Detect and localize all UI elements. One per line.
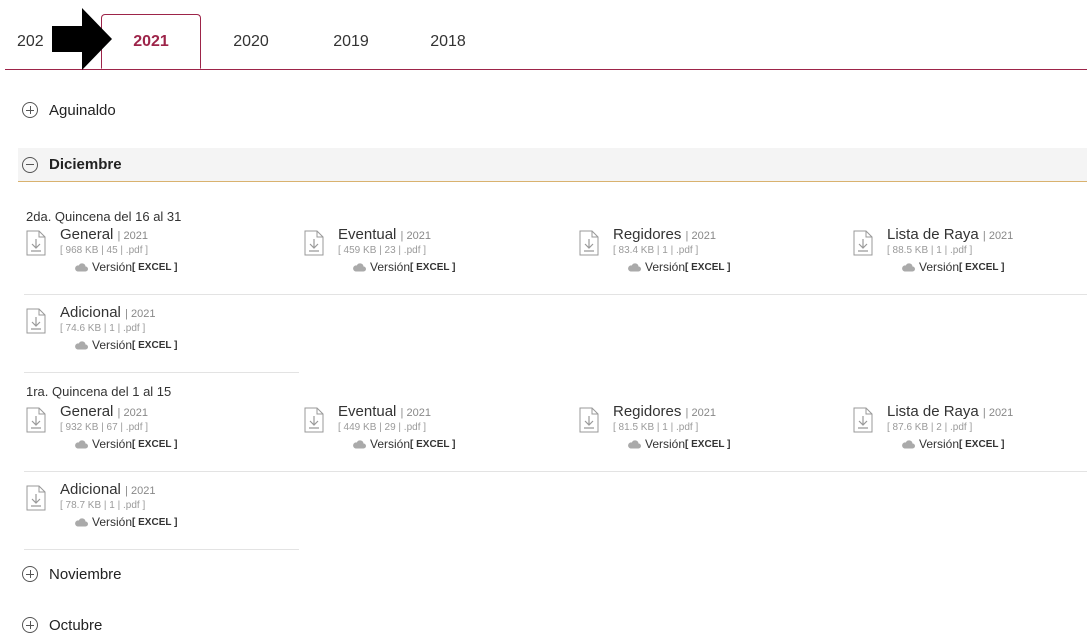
file-download-icon[interactable]: [304, 230, 324, 256]
accordion-label: Octubre: [49, 617, 103, 634]
year-tabs: 202 2021 2020 2019 2018: [5, 0, 1087, 70]
file-download-icon[interactable]: [579, 230, 599, 256]
docs-row: Adicional | 2021 [ 78.7 KB | 1 | .pdf ] …: [24, 481, 299, 550]
cloud-icon: [75, 440, 88, 449]
cloud-icon: [75, 341, 88, 350]
cloud-icon: [75, 263, 88, 272]
minus-circle-icon: [22, 156, 38, 173]
document-item: General | 2021 [ 968 KB | 45 | .pdf ] Ve…: [24, 226, 294, 292]
document-meta: [ 83.4 KB | 1 | .pdf ]: [613, 245, 699, 256]
file-download-icon[interactable]: [26, 485, 46, 511]
accordion-label: Noviembre: [49, 565, 122, 583]
document-item: General | 2021 [ 932 KB | 67 | .pdf ] Ve…: [24, 403, 294, 469]
cloud-icon: [353, 440, 366, 449]
cloud-icon: [75, 518, 88, 527]
document-item: Regidores | 2021 [ 81.5 KB | 1 | .pdf ] …: [577, 403, 847, 469]
document-link[interactable]: General | 2021: [60, 226, 148, 243]
document-item: Regidores | 2021 [ 83.4 KB | 1 | .pdf ] …: [577, 226, 847, 292]
document-meta: [ 968 KB | 45 | .pdf ]: [60, 245, 149, 256]
document-link[interactable]: Lista de Raya | 2021: [887, 403, 1013, 420]
tab-2019[interactable]: 2019: [311, 15, 391, 69]
docs-row: Adicional | 2021 [ 74.6 KB | 1 | .pdf ] …: [24, 304, 299, 373]
excel-version-link[interactable]: Versión[ EXCEL ]: [901, 260, 1004, 274]
document-link[interactable]: Adicional | 2021: [60, 304, 155, 321]
excel-version-link[interactable]: Versión[ EXCEL ]: [74, 437, 177, 451]
file-download-icon[interactable]: [26, 230, 46, 256]
cloud-icon: [902, 263, 915, 272]
document-link[interactable]: Lista de Raya | 2021: [887, 226, 1013, 243]
docs-row: General | 2021 [ 932 KB | 67 | .pdf ] Ve…: [24, 403, 1087, 472]
cloud-icon: [628, 263, 641, 272]
document-meta: [ 81.5 KB | 1 | .pdf ]: [613, 422, 699, 433]
document-item: Eventual | 2021 [ 459 KB | 23 | .pdf ] V…: [302, 226, 572, 292]
cloud-icon: [902, 440, 915, 449]
accordion-aguinaldo[interactable]: Aguinaldo: [18, 94, 1087, 126]
excel-version-link[interactable]: Versión[ EXCEL ]: [352, 260, 455, 274]
document-item: Lista de Raya | 2021 [ 87.6 KB | 2 | .pd…: [851, 403, 1087, 469]
file-download-icon[interactable]: [579, 407, 599, 433]
excel-version-link[interactable]: Versión[ EXCEL ]: [627, 260, 730, 274]
accordion-octubre[interactable]: Octubre: [18, 612, 1087, 635]
tab-2020[interactable]: 2020: [211, 15, 291, 69]
tab-2021[interactable]: 2021: [101, 14, 201, 69]
document-meta: [ 88.5 KB | 1 | .pdf ]: [887, 245, 973, 256]
excel-version-link[interactable]: Versión[ EXCEL ]: [74, 260, 177, 274]
document-link[interactable]: Regidores | 2021: [613, 226, 716, 243]
accordion-noviembre[interactable]: Noviembre: [18, 558, 1087, 590]
document-meta: [ 87.6 KB | 2 | .pdf ]: [887, 422, 973, 433]
excel-version-link[interactable]: Versión[ EXCEL ]: [901, 437, 1004, 451]
file-download-icon[interactable]: [853, 407, 873, 433]
file-download-icon[interactable]: [26, 308, 46, 334]
document-meta: [ 932 KB | 67 | .pdf ]: [60, 422, 149, 433]
section-title: 1ra. Quincena del 1 al 15: [26, 384, 172, 399]
tab-2018[interactable]: 2018: [408, 15, 488, 69]
document-meta: [ 449 KB | 29 | .pdf ]: [338, 422, 427, 433]
document-link[interactable]: Eventual | 2021: [338, 403, 431, 420]
document-item: Adicional | 2021 [ 74.6 KB | 1 | .pdf ] …: [24, 304, 294, 370]
excel-version-link[interactable]: Versión[ EXCEL ]: [352, 437, 455, 451]
docs-row: General | 2021 [ 968 KB | 45 | .pdf ] Ve…: [24, 226, 1087, 295]
accordion-label: Diciembre: [49, 156, 122, 173]
plus-circle-icon: [22, 566, 38, 582]
document-item: Eventual | 2021 [ 449 KB | 29 | .pdf ] V…: [302, 403, 572, 469]
accordion-label: Aguinaldo: [49, 101, 116, 119]
document-item: Lista de Raya | 2021 [ 88.5 KB | 1 | .pd…: [851, 226, 1087, 292]
document-item: Adicional | 2021 [ 78.7 KB | 1 | .pdf ] …: [24, 481, 294, 547]
cloud-icon: [353, 263, 366, 272]
document-meta: [ 74.6 KB | 1 | .pdf ]: [60, 323, 146, 334]
document-link[interactable]: Adicional | 2021: [60, 481, 155, 498]
pointer-arrow-icon: [52, 8, 112, 70]
document-link[interactable]: Regidores | 2021: [613, 403, 716, 420]
file-download-icon[interactable]: [26, 407, 46, 433]
plus-circle-icon: [22, 102, 38, 118]
file-download-icon[interactable]: [304, 407, 324, 433]
document-meta: [ 78.7 KB | 1 | .pdf ]: [60, 500, 146, 511]
document-link[interactable]: Eventual | 2021: [338, 226, 431, 243]
section-title: 2da. Quincena del 16 al 31: [26, 209, 182, 224]
plus-circle-icon: [22, 617, 38, 633]
page: 202 2021 2020 2019 2018 Aguinaldo Diciem…: [0, 0, 1087, 635]
cloud-icon: [628, 440, 641, 449]
excel-version-link[interactable]: Versión[ EXCEL ]: [627, 437, 730, 451]
excel-version-link[interactable]: Versión[ EXCEL ]: [74, 515, 177, 529]
excel-version-link[interactable]: Versión[ EXCEL ]: [74, 338, 177, 352]
file-download-icon[interactable]: [853, 230, 873, 256]
document-link[interactable]: General | 2021: [60, 403, 148, 420]
accordion-diciembre[interactable]: Diciembre: [18, 148, 1087, 182]
document-meta: [ 459 KB | 23 | .pdf ]: [338, 245, 427, 256]
